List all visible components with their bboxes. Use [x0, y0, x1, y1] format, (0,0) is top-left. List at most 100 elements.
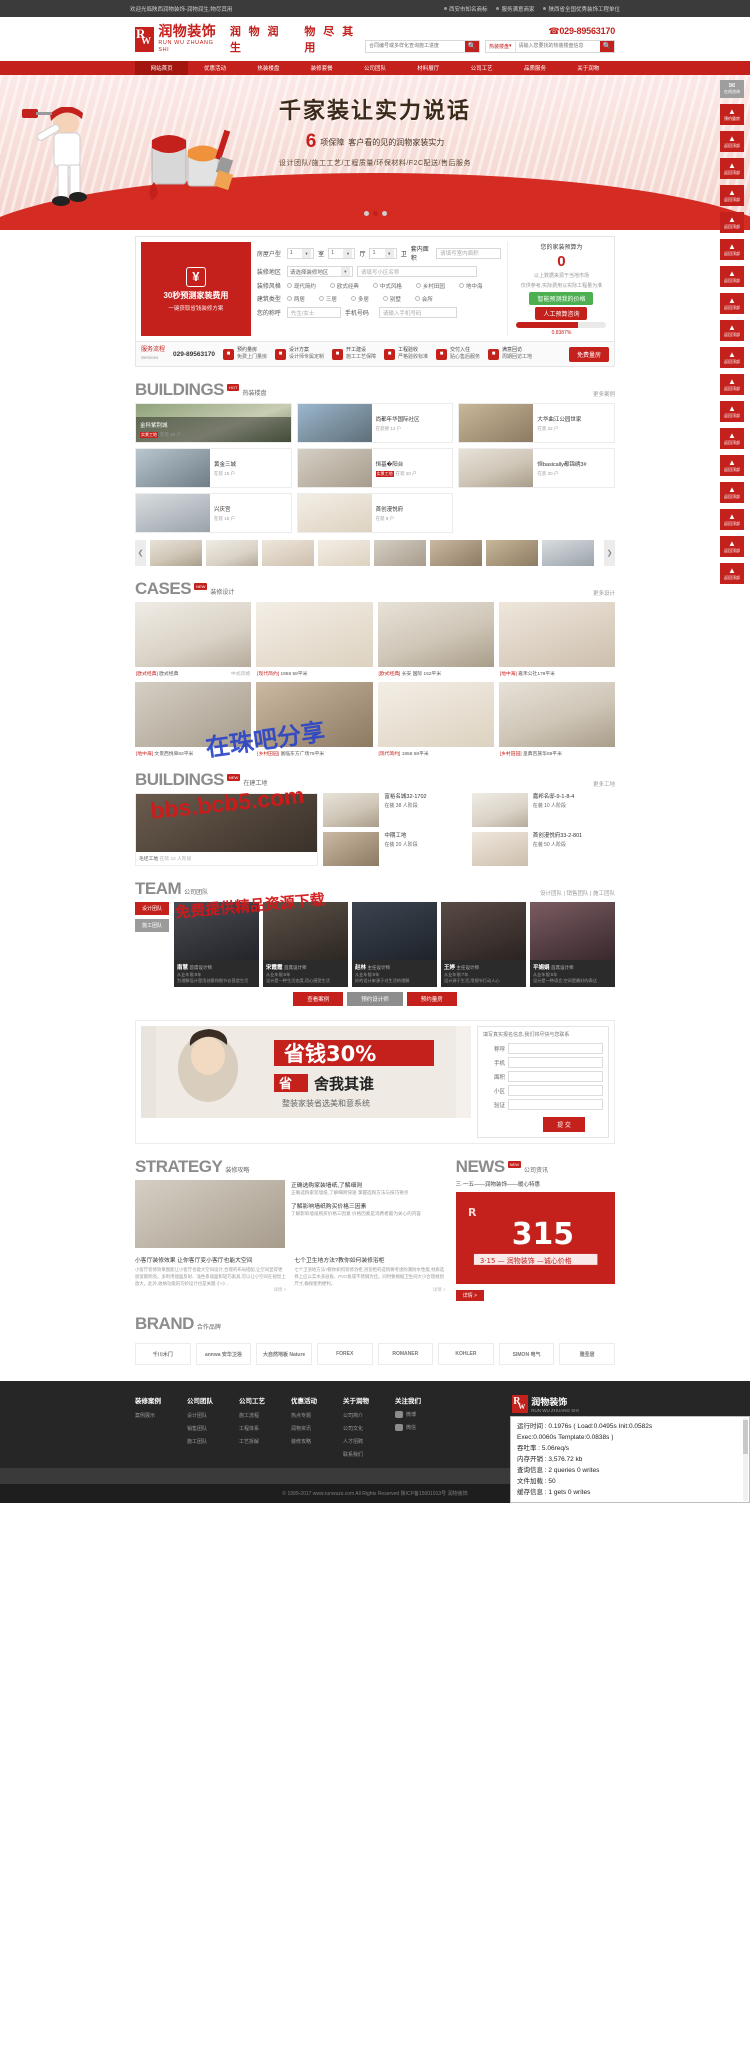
building-card[interactable]: 首创漫悦府 在装 9 户: [296, 493, 454, 533]
case-card[interactable]: [乡村田园] 呈典百族华69平米: [498, 682, 615, 757]
quote-promo-panel[interactable]: ¥ 30秒预测家装费用 一键获取省钱装修方案: [141, 242, 251, 336]
filmstrip-thumb-6[interactable]: [486, 540, 538, 566]
social-weibo[interactable]: 微博: [395, 1411, 421, 1418]
rail-button-14[interactable]: ▲ 返回顶部: [720, 482, 744, 503]
nav-item-7[interactable]: 品质服务: [508, 61, 561, 75]
brand-logo-4[interactable]: ROMANER: [377, 1343, 434, 1365]
building-search-input[interactable]: [515, 40, 600, 52]
rail-button-10[interactable]: ▲ 返回顶部: [720, 374, 744, 395]
rail-button-13[interactable]: ▲ 返回顶部: [720, 455, 744, 476]
nav-item-3[interactable]: 装修套餐: [295, 61, 348, 75]
building-radio-3[interactable]: 别墅: [382, 295, 401, 303]
strategy-article[interactable]: 七个卫生地方法?教你如何装修浴柜 七个卫浴地方法?教你如何装修浴柜,浴室柜的选购…: [294, 1255, 445, 1293]
team-member-card[interactable]: 王婷 主任设计师 从业年限:7年 设计源于生活,用细节打动人心: [441, 902, 526, 987]
filmstrip-thumb-2[interactable]: [262, 540, 314, 566]
rail-button-2[interactable]: ▲ 返回顶部: [720, 158, 744, 179]
team-member-card[interactable]: 南慧 首席设计师 从业年限:8年 为理解设计是用创意和细节去营造生活: [174, 902, 259, 987]
team-tabs[interactable]: 设计团队 施工团队: [135, 902, 169, 987]
section-more-link[interactable]: 更多设计: [593, 589, 615, 597]
community-input[interactable]: 请填写小区名称: [356, 266, 477, 277]
style-radio-3[interactable]: 乡村田园: [415, 282, 445, 290]
service-step-4[interactable]: ■ 交付入住 贴心售后服务: [436, 347, 480, 361]
rail-button-9[interactable]: ▲ 返回顶部: [720, 347, 744, 368]
footer-link-1-0[interactable]: 设计团队: [187, 1412, 227, 1419]
footer-link-3-2[interactable]: 装修攻略: [291, 1438, 331, 1445]
halls-select[interactable]: 1 ▼: [328, 247, 356, 259]
brand-logo-0[interactable]: 千川木门: [135, 1343, 191, 1365]
brand-logo-3[interactable]: FOREX: [316, 1343, 373, 1365]
rail-button-3[interactable]: ▲ 返回顶部: [720, 185, 744, 206]
footer-link-3-1[interactable]: 润物资讯: [291, 1425, 331, 1432]
rail-button-15[interactable]: ▲ 返回顶部: [720, 509, 744, 530]
brand-logo-6[interactable]: SIMON 电气: [498, 1343, 555, 1365]
building-card[interactable]: 尚都年华国际社区 在装修 12 户: [296, 403, 454, 443]
team-member-card[interactable]: 宋霞霞 首席设计师 从业年限:6年 设计是一种生活态度,用心感受生活: [263, 902, 348, 987]
rail-button-16[interactable]: ▲ 返回顶部: [720, 536, 744, 557]
social-wechat[interactable]: 微信: [395, 1424, 421, 1431]
contract-search-input[interactable]: [366, 40, 465, 52]
filmstrip-items[interactable]: [150, 540, 600, 566]
case-card[interactable]: [现代简约] 1958 58平米: [377, 682, 494, 757]
footer-link-4-2[interactable]: 人才招聘: [343, 1438, 383, 1445]
footer-link-1-2[interactable]: 施工团队: [187, 1438, 227, 1445]
topbar-link-0[interactable]: 西安市知名商标: [443, 5, 487, 13]
footer-link-2-0[interactable]: 施工流程: [239, 1412, 279, 1419]
filmstrip-thumb-0[interactable]: [150, 540, 202, 566]
filmstrip-thumb-1[interactable]: [206, 540, 258, 566]
building-card[interactable]: 恒basically都锦绣3# 在装 20 户: [458, 448, 615, 488]
rail-button-6[interactable]: ▲ 返回顶部: [720, 266, 744, 287]
service-step-1[interactable]: ■ 设计方案 设计师专属定制: [274, 347, 324, 361]
predict-price-button[interactable]: 智能预测我的价格: [529, 292, 594, 305]
nav-item-1[interactable]: 优惠活动: [188, 61, 241, 75]
building-radio-0[interactable]: 两居: [286, 295, 305, 303]
nav-item-5[interactable]: 材料展厅: [402, 61, 455, 75]
team-button-1[interactable]: 预约设计师: [347, 992, 403, 1006]
team-member-card[interactable]: 赵林 主任设计师 从业年限:9年 好的设计来源于对生活的理解: [352, 902, 437, 987]
nav-item-6[interactable]: 公司工艺: [455, 61, 508, 75]
site-row[interactable]: 富裕名城32-1702 在装 38 人阶段: [323, 793, 466, 827]
rooms-select[interactable]: 1 ▼: [286, 247, 315, 259]
footer-link-4-0[interactable]: 公司简介: [343, 1412, 383, 1419]
service-step-2[interactable]: ■ 开工建设 施工工艺保障: [331, 347, 376, 361]
brand-logo-2[interactable]: 大自然地板 Nature: [256, 1343, 312, 1365]
rail-button-17[interactable]: ▲ 返回顶部: [720, 563, 744, 584]
brand-logo-7[interactable]: 雅圣居: [559, 1343, 615, 1365]
footer-link-3-0[interactable]: 热点专题: [291, 1412, 331, 1419]
promo-submit-button[interactable]: 提 交: [543, 1117, 585, 1132]
free-measure-button[interactable]: 免费量房: [568, 346, 609, 362]
case-card[interactable]: [地中海] 嘉禾公社178平米: [498, 602, 615, 677]
building-radio-4[interactable]: 会所: [414, 295, 433, 303]
footer-link-0-0[interactable]: 案例展示: [135, 1412, 175, 1419]
case-card[interactable]: [欧式经典] 长安 国际 152平米: [377, 602, 494, 677]
baths-select[interactable]: 1 ▼: [369, 247, 397, 259]
filmstrip-next-icon[interactable]: ❯: [604, 540, 615, 566]
filmstrip-thumb-7[interactable]: [542, 540, 594, 566]
style-radio-2[interactable]: 中式风格: [372, 282, 402, 290]
style-radio-group[interactable]: 现代简约 欧式经典 中式风格 乡村田园 地中海: [286, 282, 501, 290]
site-row[interactable]: 首创漫悦府33-2-801 在装 50 人阶段: [471, 832, 615, 866]
search-icon[interactable]: 🔍: [465, 40, 479, 52]
manual-consult-button[interactable]: 人工预算咨询: [535, 307, 588, 320]
strategy-photo[interactable]: [135, 1180, 285, 1248]
brand-logo-5[interactable]: KOHLER: [438, 1343, 494, 1365]
rail-button-11[interactable]: ▲ 返回顶部: [720, 401, 744, 422]
topbar-link-2[interactable]: 陕西省全国优秀装饰工程单位: [543, 5, 620, 13]
nav-item-2[interactable]: 热装楼盘: [242, 61, 295, 75]
site-row[interactable]: 嘉邦名邸-9-1-8-4 在装 10 人阶段: [471, 793, 615, 827]
nav-item-4[interactable]: 公司团队: [348, 61, 401, 75]
team-member-card[interactable]: 平娟娟 首席设计师 从业年限:5年 设计是一种语言,空间是最好的表达: [530, 902, 615, 987]
case-card[interactable]: [地中海] 文景西悦单83平米: [135, 682, 252, 757]
strategy-item[interactable]: 了解影响墙纸购买价格三因素 了解影响墙纸购买价格三因素 价格因素是消费者最为关心…: [291, 1201, 446, 1217]
building-radio-1[interactable]: 三居: [318, 295, 337, 303]
team-button-2[interactable]: 预约量房: [406, 992, 457, 1006]
debug-scrollbar[interactable]: [743, 1418, 748, 1501]
filmstrip-prev-icon[interactable]: ❮: [135, 540, 146, 566]
site-row[interactable]: 中期工地 在装 20 人阶段: [323, 832, 466, 866]
building-card[interactable]: 恒基�阳台 实景工地 在装 20 户: [296, 448, 454, 488]
phone-input[interactable]: 请输入手机号码: [378, 307, 457, 318]
promo-field-input[interactable]: [508, 1085, 603, 1096]
promo-field-input[interactable]: [508, 1043, 603, 1054]
region-select[interactable]: 请选择装修地区 ▼: [286, 266, 353, 277]
search-icon[interactable]: 🔍: [600, 40, 614, 52]
service-step-0[interactable]: ■ 预约量房 免费上门量房: [222, 347, 267, 361]
